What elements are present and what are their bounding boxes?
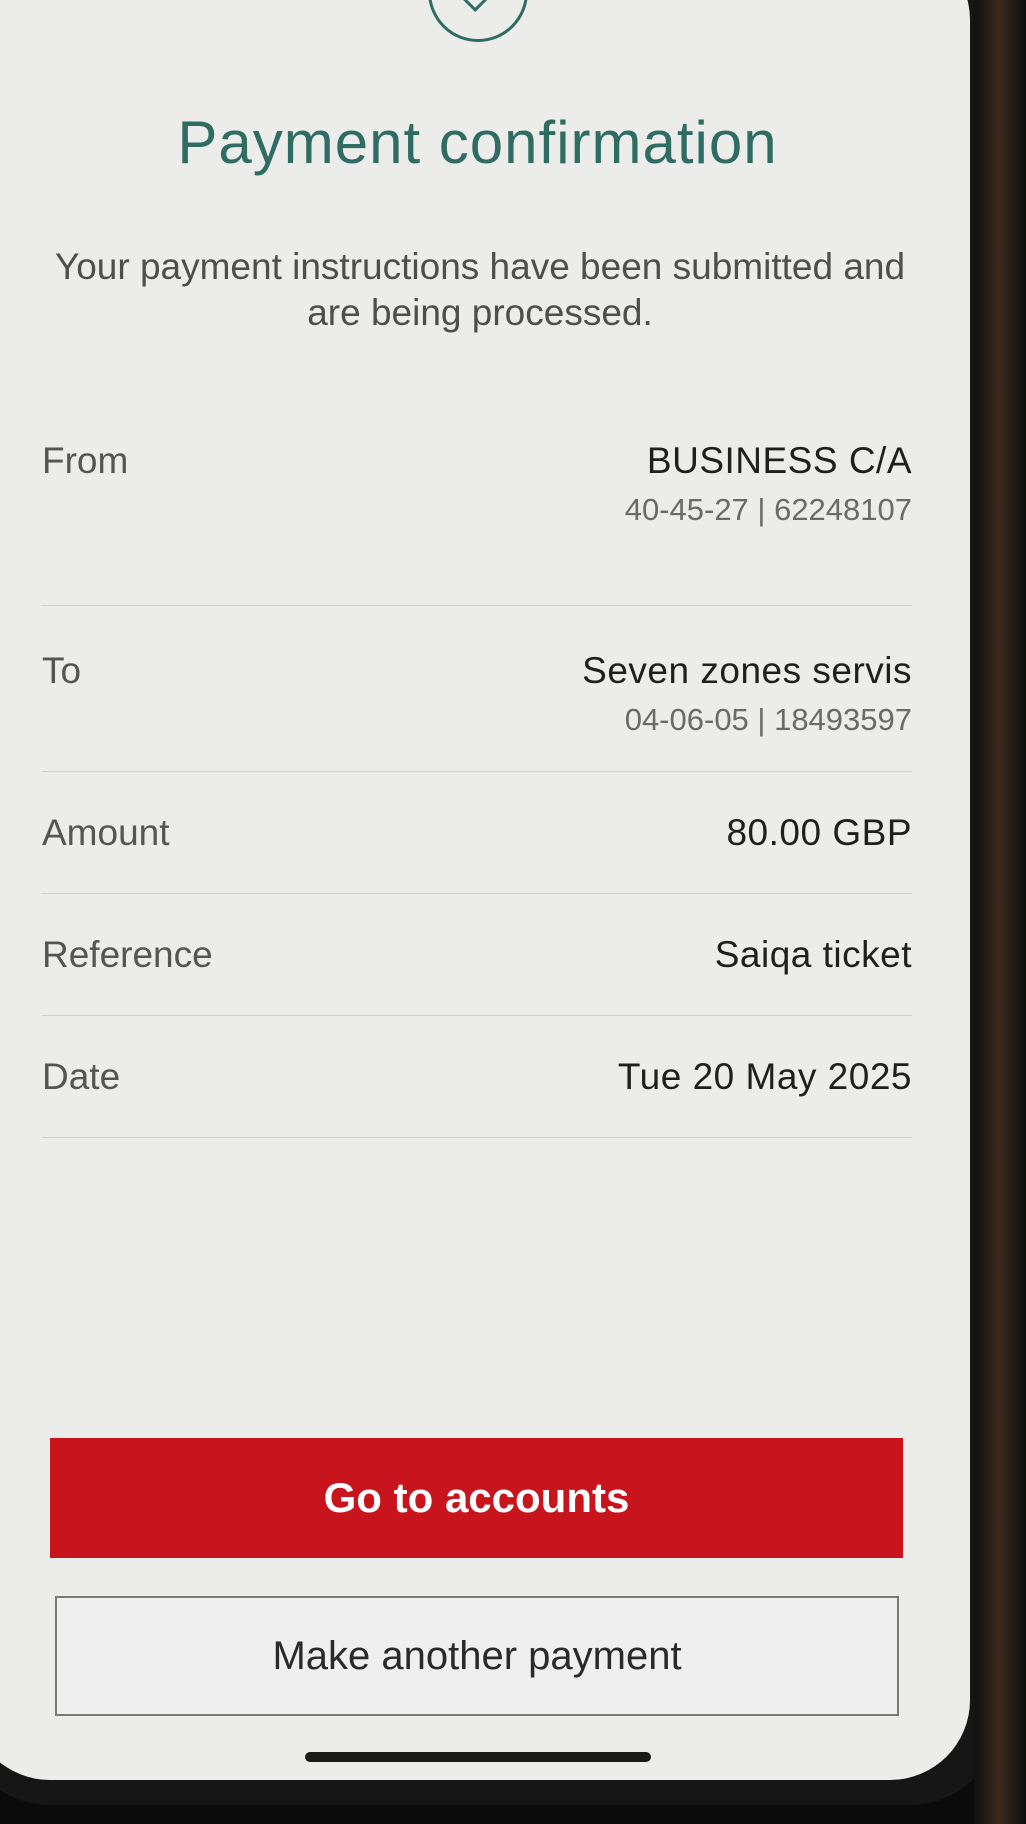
reference-label: Reference <box>42 933 213 975</box>
phone-edge <box>974 0 1026 1824</box>
detail-row-reference: Reference Saiqa ticket <box>42 894 912 1016</box>
home-indicator[interactable] <box>305 1752 651 1762</box>
detail-row-from: From BUSINESS C/A 40-45-27 | 62248107 <box>42 440 912 606</box>
date-label: Date <box>42 1055 121 1097</box>
amount-value: 80.00 GBP <box>726 811 912 853</box>
detail-row-amount: Amount 80.00 GBP <box>42 772 912 894</box>
make-another-payment-button[interactable]: Make another payment <box>55 1596 899 1716</box>
payment-confirmation-page: Payment confirmation Your payment instru… <box>0 0 970 1780</box>
reference-value: Saiqa ticket <box>714 933 912 975</box>
from-label: From <box>42 440 129 481</box>
date-value: Tue 20 May 2025 <box>617 1055 912 1097</box>
from-value-block: BUSINESS C/A 40-45-27 | 62248107 <box>625 440 912 528</box>
check-circle-icon <box>428 0 528 42</box>
detail-row-to: To Seven zones servis 04-06-05 | 1849359… <box>42 606 912 772</box>
checkmark-icon <box>462 0 499 13</box>
photo-stage: Payment confirmation Your payment instru… <box>0 0 1026 1824</box>
from-account-number: 40-45-27 | 62248107 <box>624 492 912 527</box>
to-account-number: 04-06-05 | 18493597 <box>624 702 912 737</box>
from-account-name: BUSINESS C/A <box>646 440 912 481</box>
to-value-block: Seven zones servis 04-06-05 | 18493597 <box>582 650 912 738</box>
payment-details: From BUSINESS C/A 40-45-27 | 62248107 To… <box>42 440 912 1138</box>
confirmation-message: Your payment instructions have been subm… <box>54 246 906 333</box>
amount-label: Amount <box>42 811 170 853</box>
detail-row-date: Date Tue 20 May 2025 <box>42 1016 912 1138</box>
page-title: Payment confirmation <box>177 109 778 176</box>
go-to-accounts-button[interactable]: Go to accounts <box>50 1438 903 1558</box>
phone-screen: Payment confirmation Your payment instru… <box>0 0 970 1780</box>
to-payee-name: Seven zones servis <box>582 650 912 691</box>
to-label: To <box>42 650 82 691</box>
